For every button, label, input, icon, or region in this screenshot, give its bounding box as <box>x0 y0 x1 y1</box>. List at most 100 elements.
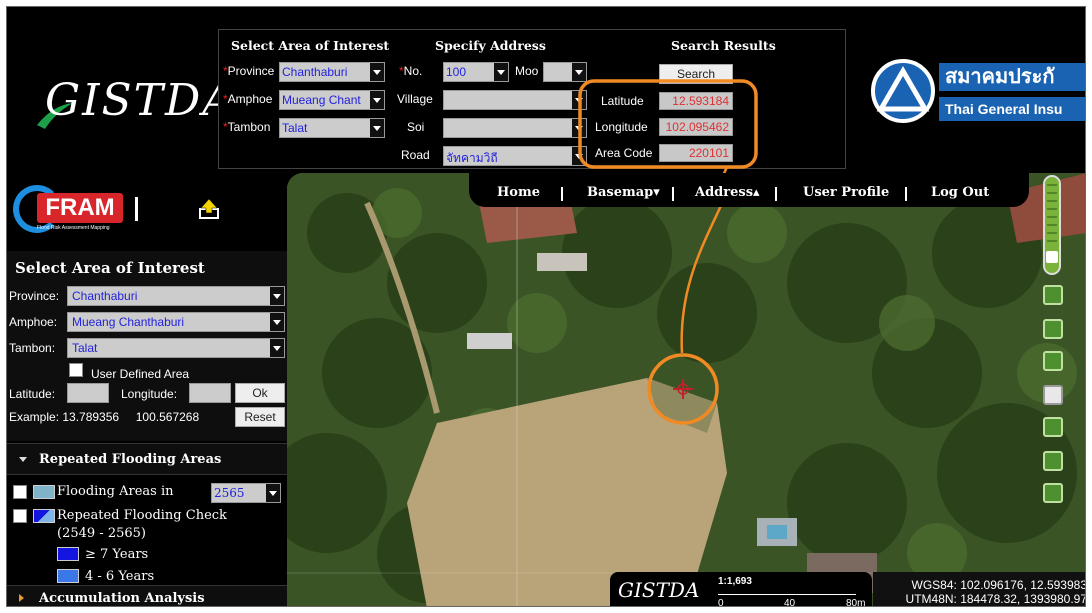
longitude-label: Longitude <box>595 120 648 134</box>
repeated-flooding-body: Flooding Areas in 2565 Repeated Flooding… <box>7 477 287 587</box>
year-select[interactable]: 2565 <box>211 483 281 503</box>
longitude-input[interactable] <box>189 383 231 403</box>
soi-select[interactable] <box>443 118 587 138</box>
gistda-logo-text: GISTDA <box>45 75 237 126</box>
number-select[interactable]: 100 <box>443 62 509 82</box>
amphoe-select[interactable]: Mueang Chanthaburi <box>67 312 285 332</box>
ok-button[interactable]: Ok <box>235 383 285 403</box>
amphoe-label: *Amphoe <box>223 92 273 106</box>
repeated-flooding-title: Repeated Flooding Areas <box>39 452 222 467</box>
repeated-layer-icon <box>33 509 55 523</box>
upload-icon[interactable] <box>197 197 221 221</box>
example-text: Example: 13.789356 100.567268 <box>9 410 200 424</box>
areacode-result: 220101 <box>659 144 733 162</box>
user-defined-checkbox[interactable] <box>69 363 83 377</box>
insurer-thai-name: สมาคมประกั <box>939 63 1085 91</box>
draw-tool-icon[interactable] <box>1043 417 1063 437</box>
moo-label: Moo <box>515 64 539 78</box>
scale-tick-80: 80m <box>846 598 866 607</box>
latitude-result: 12.593184 <box>659 92 733 110</box>
latitude-label: Latitude <box>601 94 644 108</box>
chevron-down-icon <box>270 287 284 305</box>
fram-logo: FRAM Flood Risk Assessment Mapping <box>13 185 131 235</box>
repeated-check-label: Repeated Flooding Check <box>57 508 227 523</box>
select-area-box: Select Area of Interest Province: Chanth… <box>7 251 287 441</box>
gistda-logo: GISTDA <box>35 71 234 131</box>
nav-logout[interactable]: Log Out <box>931 185 989 200</box>
chevron-down-icon <box>572 147 586 165</box>
measure-tool-icon[interactable] <box>1043 319 1063 339</box>
insurer-logo: สมาคมประกั Thai General Insu <box>865 49 1085 141</box>
select-area-title: Select Area of Interest <box>15 259 205 277</box>
road-select[interactable]: จัทคามวิถี <box>443 146 587 166</box>
app-frame: GISTDA Select Area of Interest Specify A… <box>6 6 1086 607</box>
soi-label: Soi <box>407 120 425 134</box>
province-select[interactable]: Chanthaburi <box>279 62 385 82</box>
scale-bar: GISTDA 1:1,693 0 40 80m <box>610 572 872 607</box>
chevron-down-icon <box>370 63 384 81</box>
flooding-areas-checkbox[interactable] <box>13 485 27 499</box>
select-tool-icon[interactable] <box>1043 285 1063 305</box>
latitude-input[interactable] <box>67 383 109 403</box>
top-nav: Home Basemap▾ Address▴ User Profile Log … <box>469 173 1029 207</box>
legend-label-4to6: 4 - 6 Years <box>85 569 155 584</box>
chevron-down-icon <box>572 91 586 109</box>
chevron-down-icon <box>494 63 508 81</box>
search-panel: Select Area of Interest Specify Address … <box>218 29 846 169</box>
amphoe-select[interactable]: Mueang Chant <box>279 90 385 110</box>
reset-button[interactable]: Reset <box>235 407 285 427</box>
left-panel: FRAM Flood Risk Assessment Mapping Selec… <box>7 175 287 606</box>
scale-tick-0: 0 <box>718 598 724 607</box>
location-marker-icon <box>673 379 693 399</box>
repeated-range: (2549 - 2565) <box>57 526 146 541</box>
number-label: *No. <box>399 64 423 78</box>
tambon-label: *Tambon <box>223 120 271 134</box>
tambon-label: Tambon: <box>9 341 56 355</box>
longitude-result: 102.095462 <box>659 118 733 136</box>
identify-tool-icon[interactable] <box>1043 451 1063 471</box>
chevron-right-icon <box>19 594 24 602</box>
utm-coords: UTM48N: 184478.32, 1393980.97 <box>905 592 1086 606</box>
accumulation-header[interactable]: Accumulation Analysis <box>7 585 287 606</box>
divider <box>135 197 138 221</box>
map-canvas[interactable] <box>287 173 1085 606</box>
scale-tick-40: 40 <box>784 598 796 607</box>
province-label: *Province <box>223 64 275 78</box>
chevron-down-icon <box>270 339 284 357</box>
clear-tool-icon[interactable] <box>1043 483 1063 503</box>
nav-basemap[interactable]: Basemap▾ <box>587 185 660 200</box>
moo-select[interactable] <box>543 62 587 82</box>
nav-home[interactable]: Home <box>497 185 540 200</box>
legend-swatch-7plus <box>57 547 79 561</box>
print-icon[interactable] <box>1043 385 1063 405</box>
tambon-select[interactable]: Talat <box>67 338 285 358</box>
nav-divider <box>561 187 563 201</box>
zoom-slider[interactable] <box>1043 175 1061 275</box>
areacode-label: Area Code <box>595 146 653 160</box>
insurer-english-name: Thai General Insu <box>939 97 1085 121</box>
wgs84-coords: WGS84: 102.096176, 12.593983 <box>911 578 1086 592</box>
nav-address[interactable]: Address▴ <box>695 185 760 200</box>
village-select[interactable] <box>443 90 587 110</box>
tambon-select[interactable]: Talat <box>279 118 385 138</box>
amphoe-label: Amphoe: <box>9 315 58 329</box>
legend-swatch-4to6 <box>57 569 79 583</box>
longitude-label: Longitude: <box>121 387 178 401</box>
gistda-mini-logo: GISTDA <box>618 578 700 602</box>
road-label: Road <box>401 148 430 162</box>
flooding-areas-label: Flooding Areas in <box>57 484 174 499</box>
chevron-down-icon <box>19 457 27 462</box>
area-tool-icon[interactable] <box>1043 351 1063 371</box>
repeated-flooding-header[interactable]: Repeated Flooding Areas <box>7 443 287 475</box>
scale-line <box>718 594 856 595</box>
chevron-down-icon <box>270 313 284 331</box>
chevron-down-icon <box>572 63 586 81</box>
province-select[interactable]: Chanthaburi <box>67 286 285 306</box>
chevron-down-icon <box>370 119 384 137</box>
repeated-check-checkbox[interactable] <box>13 509 27 523</box>
nav-user-profile[interactable]: User Profile <box>803 185 889 200</box>
header-specify-address: Specify Address <box>435 38 546 53</box>
province-label: Province: <box>9 289 60 303</box>
user-defined-label: User Defined Area <box>91 367 190 381</box>
search-button[interactable]: Search <box>659 64 733 84</box>
